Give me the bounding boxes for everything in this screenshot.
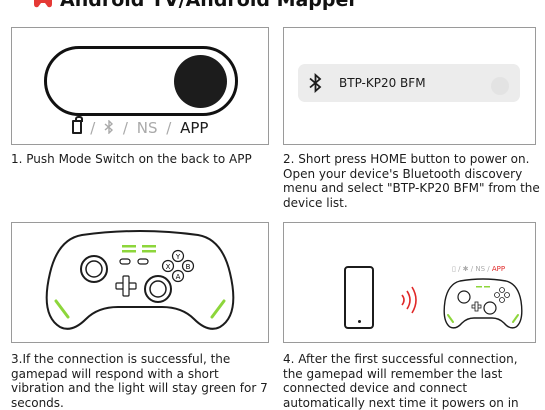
gamepad-x-button-label: X [166,263,171,271]
step-3-panel: Y X B A [11,222,269,343]
mode-ns-label: NS [136,119,158,137]
page-header: Android TV/Android Mapper [0,0,545,12]
step-4-panel: ▯ / ✱ / NS / APP [283,222,536,343]
mini-mode-app: APP [491,265,506,273]
mode-switch-knob [174,55,227,108]
mini-mode-ns: NS [475,265,486,273]
step-4-caption: 4. After the first successful connection… [283,352,519,410]
step-1-caption: 1. Push Mode Switch on the back to APP [11,152,252,166]
bluetooth-device-entry[interactable]: BTP-KP20 BFM [298,64,520,102]
signal-waves-icon [401,286,417,314]
phone-home-dot [358,320,361,323]
step-2-panel: BTP-KP20 BFM [283,27,536,145]
mode-separator-2: / [122,119,128,137]
gamepad-b-button-label: B [186,263,191,271]
mode-separator-3: / [166,119,172,137]
step-2-caption: 2. Short press HOME button to power on. … [283,152,540,210]
mini-mode-switch-positions: ▯ / ✱ / NS / APP [452,265,506,273]
step-1-panel: / / NS / APP [11,27,269,145]
mode-app-label: APP [180,119,209,137]
gamepad-a-button-label: A [176,273,181,281]
mode-switch-illustration [44,46,238,116]
gamepad-illustration: Y X B A [45,230,235,330]
mode-switch-positions: / / NS / APP [12,116,268,137]
bluetooth-icon [309,73,322,93]
lock-icon [71,116,83,134]
connection-status-dot [491,77,509,95]
step-3-caption: 3.If the connection is successful, the g… [11,352,268,410]
gamepad-logo-icon [34,0,52,8]
page-title: Android TV/Android Mapper [60,0,358,11]
phone-icon [344,266,374,329]
bluetooth-device-name: BTP-KP20 BFM [339,76,426,90]
mini-gamepad-illustration [443,278,523,329]
bluetooth-icon [104,119,114,135]
mode-separator-1: / [90,119,96,137]
gamepad-y-button-label: Y [175,253,181,261]
